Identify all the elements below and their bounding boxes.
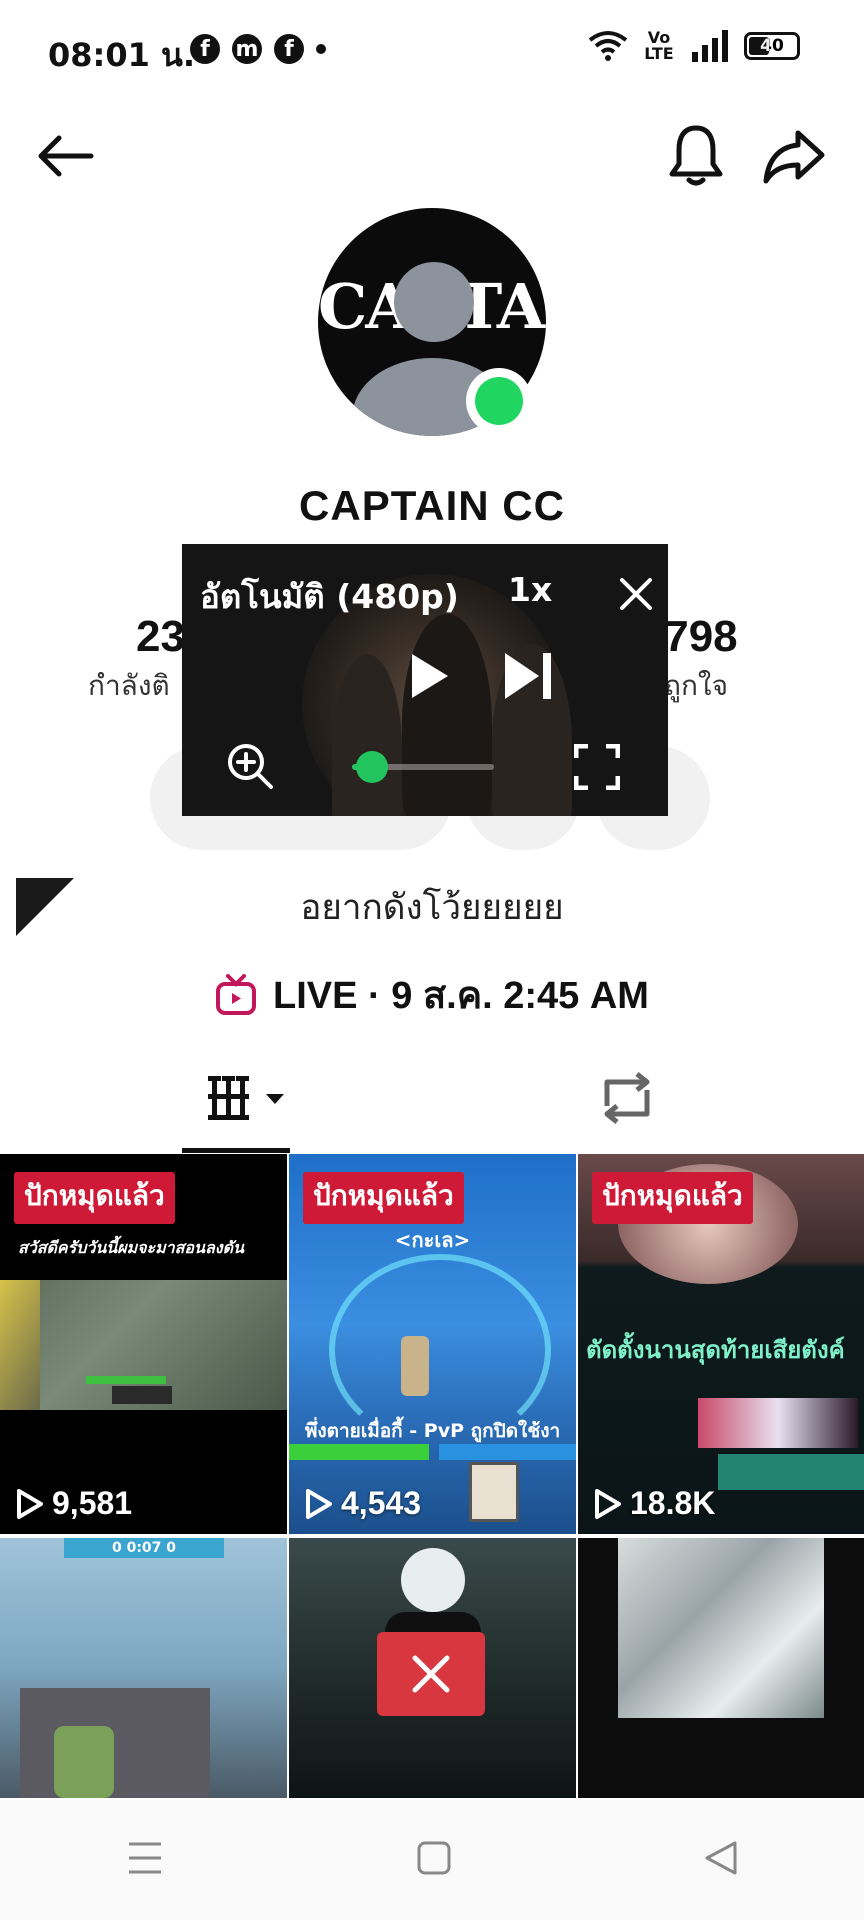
share-arrow-icon	[763, 130, 825, 184]
play-outline-icon	[17, 1488, 43, 1519]
arrow-left-icon	[38, 135, 94, 177]
profile-username: CAPTAIN CC	[299, 482, 565, 529]
share-button[interactable]	[760, 124, 828, 188]
play-outline-icon	[306, 1488, 332, 1519]
video-thumbnail[interactable]	[578, 1538, 864, 1798]
video-thumbnail[interactable]: 0 0:07 0	[0, 1538, 287, 1798]
status-system-icons: Vo LTE 40	[588, 30, 800, 62]
pinned-badge: ปักหมุดแล้ว	[14, 1172, 175, 1224]
video-caption: สวัสดีครับวันนี้ผมจะมาสอนลงดัน	[18, 1238, 244, 1257]
square-icon	[417, 1841, 451, 1875]
fullscreen-button[interactable]	[572, 742, 622, 792]
live-schedule[interactable]: LIVE · 9 ส.ค. 2:45 AM	[0, 964, 864, 1025]
avatar-placeholder-head	[394, 262, 474, 342]
next-video-button[interactable]	[502, 650, 554, 702]
active-tab-indicator	[182, 1148, 290, 1153]
tab-reposts[interactable]	[594, 1068, 660, 1128]
signal-icon	[692, 30, 728, 62]
video-thumbnail[interactable]: ปักหมุดแล้ว <กะเล> พึ่งตายเมื่อกี้ - PvP…	[289, 1154, 576, 1534]
wifi-icon	[588, 31, 628, 61]
skip-next-icon	[505, 653, 551, 699]
battery-icon: 40	[744, 32, 800, 60]
speed-selector[interactable]: 1x	[508, 570, 552, 609]
following-value: 23	[136, 612, 185, 661]
pinned-badge: ปักหมุดแล้ว	[592, 1172, 753, 1224]
back-button[interactable]	[30, 126, 100, 186]
facebook-icon: f	[190, 34, 220, 64]
fullscreen-icon	[574, 744, 620, 790]
game-hud: 0 0:07 0	[111, 1540, 177, 1556]
more-notifications-dot	[316, 44, 326, 54]
system-back-button[interactable]	[703, 1840, 739, 1880]
recent-apps-button[interactable]	[125, 1840, 165, 1880]
video-caption: <กะเล>	[394, 1228, 471, 1252]
video-caption: ตัดตั้งนานสุดท้ายเสียตังค์	[586, 1336, 845, 1364]
menu-icon	[129, 1842, 162, 1874]
zoom-button[interactable]	[224, 740, 276, 792]
video-thumbnail[interactable]	[289, 1538, 576, 1798]
play-button[interactable]	[406, 650, 454, 702]
battery-level: 40	[760, 36, 784, 56]
video-grid: ปักหมุดแล้ว สวัสดีครับวันนี้ผมจะมาสอนลงด…	[0, 1154, 864, 1798]
tab-videos[interactable]	[200, 1070, 290, 1126]
close-icon	[412, 1655, 450, 1693]
video-thumbnail[interactable]: ปักหมุดแล้ว สวัสดีครับวันนี้ผมจะมาสอนลงด…	[0, 1154, 287, 1534]
system-navigation-bar	[0, 1800, 864, 1920]
view-count: 18.8K	[594, 1485, 715, 1522]
facebook-icon: f	[274, 34, 304, 64]
view-count: 4,543	[305, 1485, 421, 1522]
following-label: กำลังติ	[88, 669, 170, 702]
live-tv-icon	[216, 973, 257, 1015]
video-progress-knob[interactable]	[356, 751, 388, 783]
notification-bell-button[interactable]	[664, 120, 728, 190]
play-outline-icon	[595, 1488, 621, 1519]
zoom-in-icon	[228, 744, 273, 789]
video-subcaption: พึ่งตายเมื่อกี้ - PvP ถูกปิดใช้งา	[304, 1420, 561, 1442]
online-status-indicator	[466, 368, 532, 434]
close-icon	[620, 578, 652, 610]
home-button[interactable]	[416, 1840, 452, 1880]
profile-bio: อยากดังโว้ยยยยย	[300, 888, 564, 928]
blocked-overlay	[377, 1632, 485, 1716]
play-icon	[412, 654, 448, 698]
quality-selector[interactable]: อัตโนมัติ (480p)	[200, 570, 459, 623]
likes-label: ถูกใจ	[664, 669, 728, 702]
bell-icon	[669, 125, 723, 186]
volte-indicator: Vo LTE	[644, 28, 674, 63]
following-count[interactable]: 23	[136, 612, 185, 662]
video-thumbnail[interactable]: ปักหมุดแล้ว ตัดตั้งนานสุดท้ายเสียตังค์ 1…	[578, 1154, 864, 1534]
repost-icon	[604, 1072, 650, 1124]
pinned-badge: ปักหมุดแล้ว	[303, 1172, 464, 1224]
floating-video-player[interactable]: อัตโนมัติ (480p) 1x	[182, 544, 668, 816]
close-player-button[interactable]	[616, 574, 656, 614]
status-time: 08:01 น.	[48, 36, 196, 74]
triangle-back-icon	[705, 1841, 737, 1875]
messenger-icon: m	[232, 34, 262, 64]
video-progress-bar[interactable]	[352, 751, 494, 783]
video-grid-icon	[208, 1076, 284, 1120]
live-schedule-text: LIVE · 9 ส.ค. 2:45 AM	[273, 975, 649, 1017]
status-notification-icons: f m f	[190, 34, 326, 64]
view-count: 9,581	[16, 1485, 132, 1522]
